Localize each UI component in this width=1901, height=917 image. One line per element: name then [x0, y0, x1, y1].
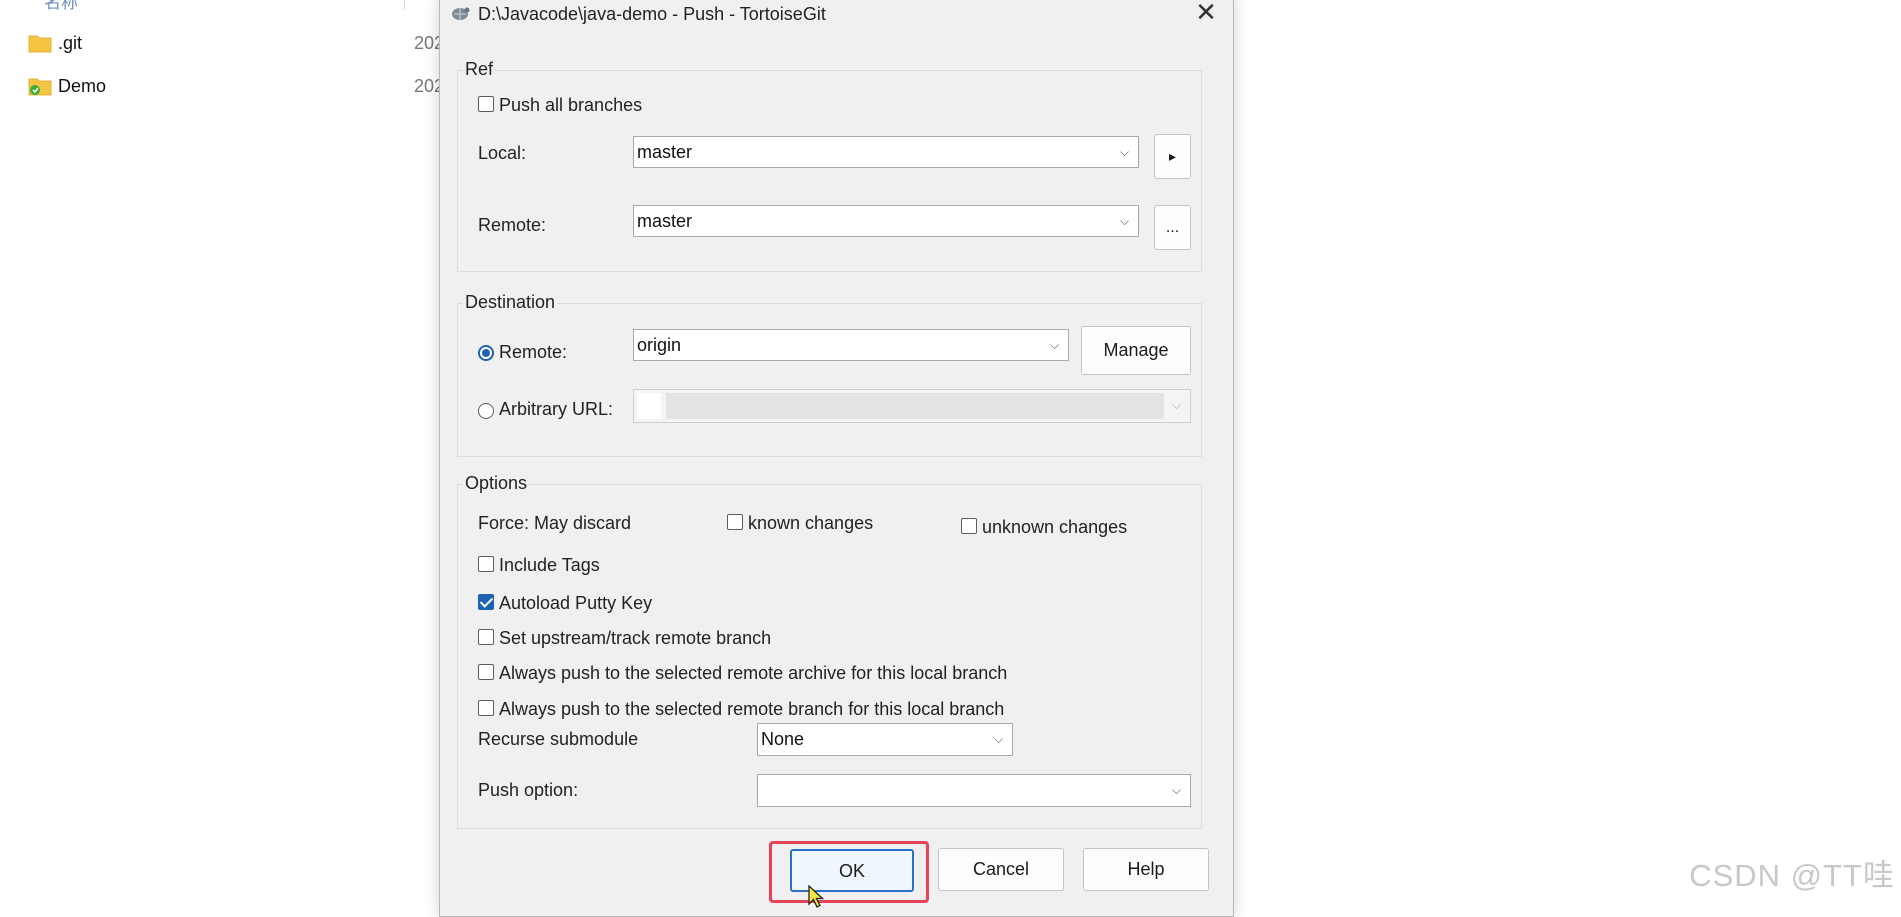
include-tags-label[interactable]: Include Tags [499, 555, 600, 576]
remote-radio[interactable] [478, 345, 494, 361]
file-name: .git [58, 33, 83, 53]
file-row-demo[interactable]: Demo 202 [0, 70, 444, 104]
cancel-button-label: Cancel [972, 859, 1030, 879]
remote-destination-combo[interactable]: origin ⌵ [633, 329, 1069, 361]
tortoisegit-icon [452, 7, 470, 20]
push-option-label: Push option: [478, 780, 579, 800]
column-separator [404, 0, 405, 10]
chevron-down-icon: ⌵ [1172, 398, 1182, 412]
help-button[interactable]: Help [1083, 848, 1209, 891]
set-upstream-label[interactable]: Set upstream/track remote branch [499, 628, 771, 649]
ref-group-label: Ref [463, 59, 496, 80]
autoload-putty-checkbox[interactable] [478, 594, 494, 610]
git-folder-icon [28, 78, 52, 96]
remote-branch-value: master [637, 211, 693, 231]
force-label: Force: May discard [478, 513, 632, 533]
close-button[interactable]: ✕ [1191, 0, 1221, 26]
help-button-label: Help [1127, 859, 1165, 879]
include-tags-checkbox[interactable] [478, 556, 494, 572]
set-upstream-checkbox[interactable] [478, 629, 494, 645]
local-branch-expand-button[interactable]: ▸ [1154, 134, 1191, 179]
cancel-button[interactable]: Cancel [938, 848, 1064, 891]
dialog-titlebar[interactable]: D:\Javacode\java-demo - Push - TortoiseG… [440, 0, 1233, 28]
dialog-title: D:\Javacode\java-demo - Push - TortoiseG… [478, 4, 826, 24]
remote-radio-label[interactable]: Remote: [499, 342, 567, 363]
push-all-branches-checkbox[interactable] [478, 96, 494, 112]
local-label: Local: [478, 143, 527, 163]
options-group-label: Options [463, 473, 530, 494]
chevron-down-icon: ⌵ [994, 732, 1004, 746]
remote-branch-browse-button[interactable]: ... [1154, 205, 1191, 250]
play-arrow-icon: ▸ [1168, 148, 1177, 164]
local-branch-combo[interactable]: master ⌵ [633, 136, 1139, 168]
remote-branch-combo[interactable]: master ⌵ [633, 205, 1139, 237]
arbitrary-url-combo[interactable]: ⌵ [633, 389, 1191, 423]
folder-icon [28, 35, 52, 53]
url-field-body [666, 393, 1164, 419]
unknown-changes-label[interactable]: unknown changes [982, 517, 1127, 538]
destination-group-label: Destination [463, 292, 558, 313]
chevron-down-icon: ⌵ [1050, 338, 1060, 352]
known-changes-checkbox[interactable] [727, 514, 743, 530]
csdn-watermark: CSDN @TT哇 [1689, 858, 1895, 893]
push-option-combo[interactable]: ⌵ [757, 774, 1191, 807]
file-name: Demo [58, 76, 107, 96]
close-icon: ✕ [1195, 0, 1217, 27]
remote-branch-label: Remote: [478, 215, 547, 235]
manage-button[interactable]: Manage [1081, 326, 1191, 375]
recurse-submodule-value: None [761, 729, 805, 749]
arbitrary-url-label[interactable]: Arbitrary URL: [499, 399, 613, 420]
manage-button-label: Manage [1103, 340, 1169, 360]
autoload-putty-label[interactable]: Autoload Putty Key [499, 593, 652, 614]
unknown-changes-checkbox[interactable] [961, 518, 977, 534]
known-changes-label[interactable]: known changes [748, 513, 873, 534]
recurse-submodule-label: Recurse submodule [478, 729, 639, 749]
always-push-branch-label[interactable]: Always push to the selected remote branc… [499, 699, 1004, 720]
always-push-branch-checkbox[interactable] [478, 700, 494, 716]
remote-destination-value: origin [637, 335, 682, 355]
recurse-submodule-combo[interactable]: None ⌵ [757, 723, 1013, 756]
ellipsis-icon: ... [1165, 219, 1180, 236]
always-push-archive-checkbox[interactable] [478, 664, 494, 680]
column-header-name[interactable]: 名称 [44, 0, 78, 13]
ok-button-label: OK [838, 861, 865, 881]
push-all-branches-label[interactable]: Push all branches [499, 95, 642, 116]
file-row-git[interactable]: .git 202 [0, 27, 444, 61]
mouse-cursor-icon [808, 885, 825, 908]
chevron-down-icon: ⌵ [1120, 145, 1130, 159]
arbitrary-url-radio[interactable] [478, 403, 494, 419]
chevron-down-icon: ⌵ [1120, 214, 1130, 228]
always-push-archive-label[interactable]: Always push to the selected remote archi… [499, 663, 1007, 684]
push-dialog: D:\Javacode\java-demo - Push - TortoiseG… [439, 0, 1234, 917]
local-branch-value: master [637, 142, 693, 162]
url-field-left [637, 393, 661, 419]
chevron-down-icon: ⌵ [1172, 783, 1182, 797]
